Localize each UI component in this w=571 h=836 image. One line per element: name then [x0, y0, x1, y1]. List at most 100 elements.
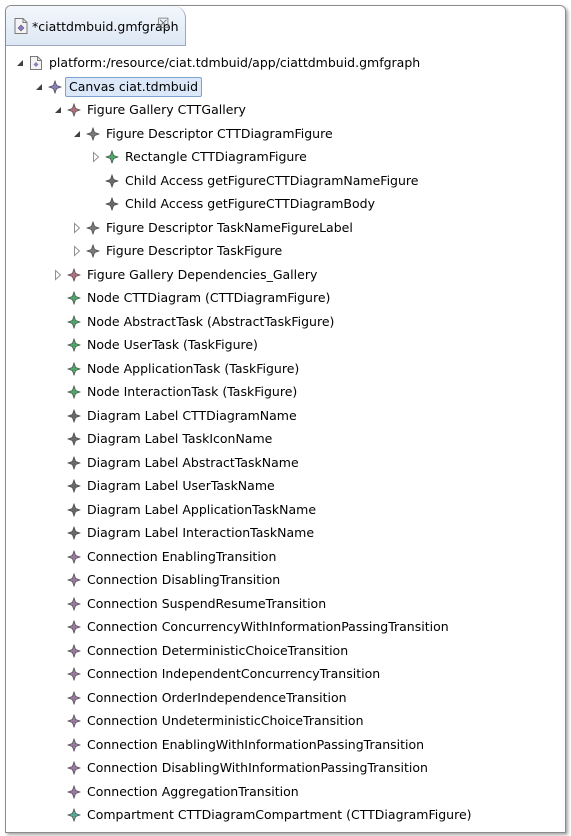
tree-row-label: Node CTTDiagram (CTTDiagramFigure)	[87, 290, 331, 305]
tree-row[interactable]: Diagram Label InteractionTaskName	[6, 522, 565, 546]
tree-row-label: Connection IndependentConcurrencyTransit…	[87, 666, 381, 681]
connection-icon	[67, 690, 81, 705]
figure-gallery-icon	[67, 103, 81, 117]
tree-row[interactable]: Connection IndependentConcurrencyTransit…	[6, 663, 565, 687]
tree-row-label: Node InteractionTask (TaskFigure)	[87, 384, 298, 399]
connection-icon	[67, 737, 81, 752]
expand-arrow-icon[interactable]	[52, 268, 64, 281]
connection-icon	[67, 667, 81, 681]
tree-row-label: Rectangle CTTDiagramFigure	[125, 149, 307, 164]
figure-gallery-icon	[67, 267, 81, 282]
diagram-label-icon	[67, 479, 81, 493]
node-icon	[67, 291, 81, 305]
expand-collapse-arrow-icon[interactable]	[52, 104, 64, 116]
expand-arrow-icon[interactable]	[90, 151, 102, 163]
tree-row[interactable]: Compartment CTTDiagramCompartment (CTTDi…	[6, 804, 565, 828]
tree-row[interactable]: Node CTTDiagram (CTTDiagramFigure)	[6, 287, 565, 311]
connection-icon	[67, 596, 81, 611]
tree-row-label: Diagram Label TaskIconName	[87, 431, 273, 446]
tree-row[interactable]: Connection EnablingWithInformationPassin…	[6, 734, 565, 758]
expand-collapse-arrow-icon[interactable]	[14, 57, 26, 69]
connection-icon	[67, 643, 81, 658]
tree-row-label: Compartment CTTDiagramCompartment (CTTDi…	[87, 807, 472, 822]
diagram-label-icon	[67, 408, 81, 423]
tree-row[interactable]: Node ApplicationTask (TaskFigure)	[6, 358, 565, 382]
tree-row[interactable]: Figure Descriptor TaskFigure	[6, 240, 565, 264]
tree-row[interactable]: Diagram Label TaskIconName	[6, 428, 565, 452]
tree-row[interactable]: Figure Gallery CTTGallery	[6, 99, 565, 123]
tree-row[interactable]: Figure Descriptor CTTDiagramFigure	[6, 123, 565, 147]
diagram-label-icon	[67, 502, 81, 517]
diagram-label-icon	[67, 455, 81, 470]
figure-descriptor-icon	[86, 220, 100, 235]
diagram-label-icon	[67, 432, 81, 446]
tree-row-label: Diagram Label UserTaskName	[87, 478, 275, 493]
expand-arrow-icon[interactable]	[71, 245, 83, 257]
tree-row[interactable]: Node UserTask (TaskFigure)	[6, 334, 565, 358]
tree-row-label: Child Access getFigureCTTDiagramNameFigu…	[125, 172, 419, 188]
tree-row-label: platform:/resource/ciat.tdmbuid/app/ciat…	[49, 55, 421, 70]
canvas-icon	[48, 79, 62, 94]
tree-row[interactable]: Diagram Label AbstractTaskName	[6, 452, 565, 476]
tree-row[interactable]: Diagram Label ApplicationTaskName	[6, 499, 565, 523]
tree-row[interactable]: Node AbstractTask (AbstractTaskFigure)	[6, 311, 565, 335]
editor-tab[interactable]: *ciattdmbuid.gmfgraph ☒	[6, 6, 186, 46]
child-access-icon	[105, 197, 119, 211]
tree-row[interactable]: Connection EnablingTransition	[6, 546, 565, 570]
gmfgraph-file-icon	[14, 18, 28, 34]
tree-row[interactable]: Connection ConcurrencyWithInformationPas…	[6, 616, 565, 640]
compartment-icon	[67, 808, 81, 822]
connection-icon	[67, 549, 81, 564]
tree-row[interactable]: Rectangle CTTDiagramFigure	[6, 146, 565, 170]
figure-descriptor-icon	[86, 244, 100, 258]
tree-row-label: Connection OrderIndependenceTransition	[87, 689, 347, 705]
tree-row-label: Connection EnablingTransition	[87, 548, 277, 564]
tree-row[interactable]: Connection DisablingWithInformationPassi…	[6, 757, 565, 781]
tree-row[interactable]: Diagram Label CTTDiagramName	[6, 405, 565, 429]
tree-row[interactable]: Canvas ciat.tdmbuid	[6, 76, 565, 100]
tree-row[interactable]: Connection UndeterministicChoiceTransiti…	[6, 710, 565, 734]
tree-row-label: Connection UndeterministicChoiceTransiti…	[87, 713, 364, 728]
node-icon	[67, 338, 81, 352]
tree-row-label: Diagram Label InteractionTaskName	[87, 525, 315, 540]
tree-row[interactable]: Figure Descriptor TaskNameFigureLabel	[6, 217, 565, 241]
tree-row-label: Figure Gallery Dependencies_Gallery	[87, 266, 318, 282]
tree-row[interactable]: Child Access getFigureCTTDiagramBody	[6, 193, 565, 217]
tree-row[interactable]: Connection DisablingTransition	[6, 569, 565, 593]
tree-row-label: Diagram Label CTTDiagramName	[87, 407, 297, 423]
tree-row-label: Connection EnablingWithInformationPassin…	[87, 736, 425, 752]
node-icon	[67, 361, 81, 376]
rectangle-icon	[105, 150, 119, 164]
tree-row-label: Diagram Label ApplicationTaskName	[87, 501, 317, 517]
model-tree[interactable]: platform:/resource/ciat.tdmbuid/app/ciat…	[6, 46, 565, 832]
tree-row[interactable]: Connection OrderIndependenceTransition	[6, 687, 565, 711]
editor-frame: *ciattdmbuid.gmfgraph ☒ platform:/resour…	[5, 5, 566, 833]
figure-descriptor-icon	[86, 126, 100, 141]
node-icon	[67, 385, 81, 399]
tree-row-label: Figure Descriptor TaskNameFigureLabel	[106, 219, 353, 235]
tree-row-label: Connection DisablingTransition	[87, 572, 281, 587]
tree-row[interactable]: Node InteractionTask (TaskFigure)	[6, 381, 565, 405]
tree-row[interactable]: Figure Gallery Dependencies_Gallery	[6, 264, 565, 288]
tree-row-label: Connection SuspendResumeTransition	[87, 595, 327, 611]
expand-collapse-arrow-icon[interactable]	[71, 128, 83, 140]
connection-icon	[67, 714, 81, 728]
tree-row[interactable]: Child Access getFigureCTTDiagramNameFigu…	[6, 170, 565, 194]
tree-row-label: Node AbstractTask (AbstractTaskFigure)	[87, 313, 335, 329]
tree-row-label: Node UserTask (TaskFigure)	[87, 337, 258, 352]
tree-row[interactable]: Connection AggregationTransition	[6, 781, 565, 805]
tree-row-label: Figure Gallery CTTGallery	[87, 102, 246, 117]
connection-icon	[67, 784, 81, 799]
expand-collapse-arrow-icon[interactable]	[33, 81, 45, 93]
diagram-label-icon	[67, 526, 81, 540]
tree-row[interactable]: Connection SuspendResumeTransition	[6, 593, 565, 617]
tree-row-label: Connection DeterministicChoiceTransition	[87, 642, 349, 658]
tree-row[interactable]: Diagram Label UserTaskName	[6, 475, 565, 499]
tree-row[interactable]: Connection DeterministicChoiceTransition	[6, 640, 565, 664]
tree-row-label: Child Access getFigureCTTDiagramBody	[125, 196, 375, 211]
connection-icon	[67, 761, 81, 775]
close-icon[interactable]: ☒	[157, 16, 170, 32]
tree-row[interactable]: platform:/resource/ciat.tdmbuid/app/ciat…	[6, 52, 565, 76]
tree-row-label: Figure Descriptor TaskFigure	[106, 243, 283, 258]
expand-arrow-icon[interactable]	[71, 221, 83, 234]
